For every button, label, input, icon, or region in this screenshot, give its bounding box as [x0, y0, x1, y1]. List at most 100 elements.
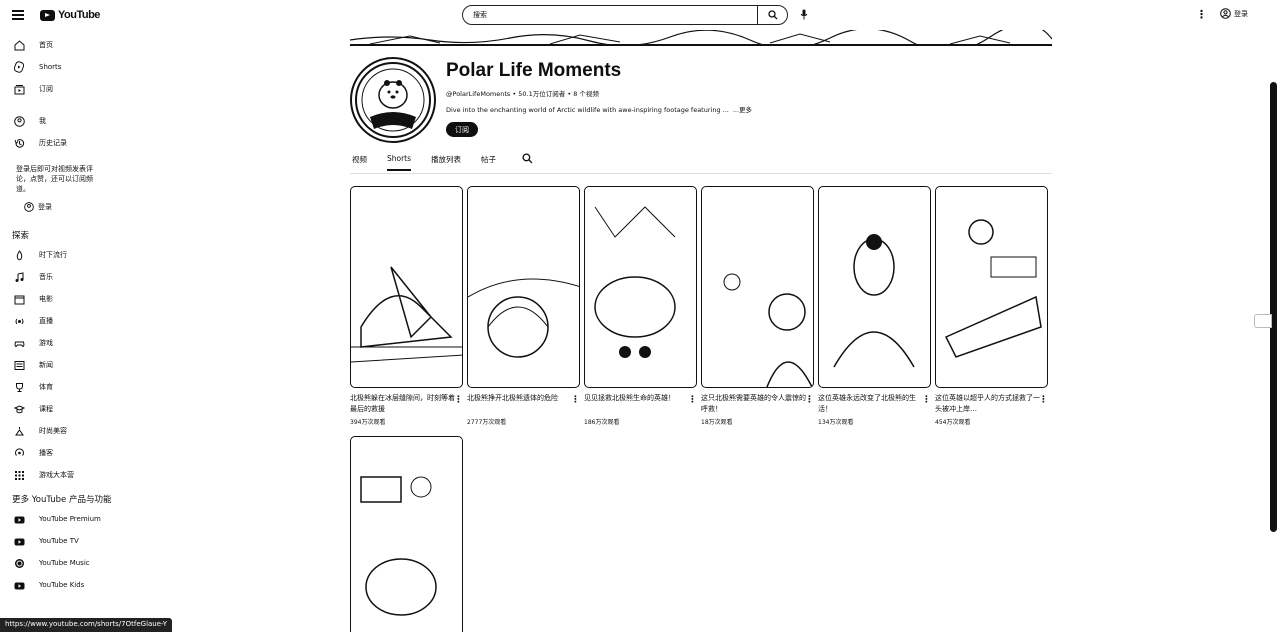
short-thumbnail[interactable] — [701, 186, 814, 388]
sidebar-item-youtube-kids[interactable]: YouTube Kids — [0, 574, 130, 596]
channel-name: Polar Life Moments — [446, 60, 622, 81]
short-thumbnail[interactable] — [350, 186, 463, 388]
youtube-logo[interactable]: YouTube — [40, 9, 100, 21]
channel-description[interactable]: Dive into the enchanting world of Arctic… — [446, 104, 752, 114]
sidebar-item-live[interactable]: 直播 — [0, 310, 130, 332]
sidebar-signin-label: 登录 — [38, 203, 52, 211]
sidebar-item-trending[interactable]: 时下流行 — [0, 244, 130, 266]
short-title[interactable]: 见见拯救北极熊生命的英雄！ — [584, 393, 697, 415]
youtube-music-icon — [12, 556, 26, 570]
youtube-kids-icon — [12, 578, 26, 592]
sidebar-signin-button[interactable]: 登录 — [24, 202, 130, 212]
sidebar-item-youtube-tv[interactable]: YouTube TV — [0, 530, 130, 552]
youtube-play-icon — [40, 9, 55, 21]
trending-icon — [12, 248, 26, 262]
channel-description-text: Dive into the enchanting world of Arctic… — [446, 106, 729, 114]
sidebar-item-label: 播客 — [39, 449, 53, 457]
sidebar-item-youtube-premium[interactable]: YouTube Premium — [0, 508, 130, 530]
sidebar-item-label: 首页 — [39, 41, 53, 49]
sidebar-item-podcast[interactable]: 播客 — [0, 442, 130, 464]
tab-posts[interactable]: 帖子 — [481, 154, 496, 171]
sidebar-item-fashion[interactable]: 时尚美容 — [0, 420, 130, 442]
signin-label: 登录 — [1234, 9, 1248, 18]
home-icon — [12, 38, 26, 52]
tab-playlists[interactable]: 播放列表 — [431, 154, 461, 171]
sidebar-item-shorts[interactable]: Shorts — [0, 56, 130, 78]
short-views: 186万次观看 — [584, 419, 620, 426]
search-input[interactable] — [463, 11, 757, 19]
short-title[interactable]: 北极熊挣开北极熊遗体的危险 — [467, 393, 580, 415]
short-thumbnail[interactable] — [467, 186, 580, 388]
short-views: 454万次观看 — [935, 419, 971, 426]
youtube-tv-icon — [12, 534, 26, 548]
sidebar-item-history[interactable]: 历史记录 — [0, 132, 130, 154]
more-actions-icon[interactable]: ⋮ — [571, 396, 580, 405]
settings-menu-icon[interactable]: ⋮ — [1196, 9, 1207, 20]
sidebar-item-label: YouTube TV — [39, 537, 79, 545]
sidebar-item-home[interactable]: 首页 — [0, 34, 130, 56]
sidebar-item-label: 直播 — [39, 317, 53, 325]
signin-button[interactable]: 登录 — [1220, 8, 1248, 19]
short-card[interactable]: 这位英雄以超乎人的方式拯救了一头被冲上岸… 454万次观看 ⋮ — [935, 186, 1048, 426]
short-views: 18万次观看 — [701, 419, 733, 426]
sidebar-item-label: 订阅 — [39, 85, 53, 93]
tab-videos[interactable]: 视频 — [352, 154, 367, 171]
short-card[interactable]: 见见拯救北极熊生命的英雄！ 186万次观看 ⋮ — [584, 186, 697, 426]
search-button[interactable] — [757, 6, 787, 24]
channel-search-icon[interactable] — [522, 153, 533, 164]
side-panel-handle[interactable] — [1254, 314, 1272, 328]
more-actions-icon[interactable]: ⋮ — [454, 396, 463, 405]
short-views: 2777万次观看 — [467, 419, 507, 426]
logo-text: YouTube — [58, 9, 100, 21]
sidebar-item-label: 电影 — [39, 295, 53, 303]
live-icon — [12, 314, 26, 328]
sidebar-item-label: 我 — [39, 117, 46, 125]
description-more-link[interactable]: ...更多 — [733, 106, 752, 114]
fashion-icon — [12, 424, 26, 438]
sidebar-item-music[interactable]: 音乐 — [0, 266, 130, 288]
short-card[interactable]: 北极熊挣开北极熊遗体的危险 2777万次观看 ⋮ — [467, 186, 580, 426]
more-actions-icon[interactable]: ⋮ — [922, 396, 931, 405]
subscriptions-icon — [12, 82, 26, 96]
account-icon — [1220, 8, 1231, 19]
sidebar-item-label: YouTube Premium — [39, 515, 101, 523]
news-icon — [12, 358, 26, 372]
more-actions-icon[interactable]: ⋮ — [805, 396, 814, 405]
sidebar-item-courses[interactable]: 课程 — [0, 398, 130, 420]
short-thumbnail[interactable] — [935, 186, 1048, 388]
more-actions-icon[interactable]: ⋮ — [688, 396, 697, 405]
sidebar-item-playables[interactable]: 游戏大本营 — [0, 464, 130, 486]
short-title[interactable]: 这位英雄以超乎人的方式拯救了一头被冲上岸… — [935, 393, 1048, 415]
short-card[interactable]: 这位英雄永远改变了北极熊的生活！ 134万次观看 ⋮ — [818, 186, 931, 426]
sidebar-item-you[interactable]: 我 — [0, 110, 130, 132]
subscribe-button[interactable]: 订阅 — [446, 122, 478, 137]
short-thumbnail[interactable] — [818, 186, 931, 388]
short-card[interactable]: 北极熊躲在冰层缝隙间，时刻等着最后的救援 394万次观看 ⋮ — [350, 186, 463, 426]
short-title[interactable]: 这只北极熊需要英雄的令人震惊的呼救！ — [701, 393, 814, 415]
microphone-icon[interactable] — [800, 9, 808, 20]
more-actions-icon[interactable]: ⋮ — [1039, 396, 1048, 405]
shorts-icon — [12, 60, 26, 74]
menu-icon[interactable] — [12, 10, 24, 20]
sidebar-item-gaming[interactable]: 游戏 — [0, 332, 130, 354]
sidebar-item-movies[interactable]: 电影 — [0, 288, 130, 310]
short-thumbnail[interactable] — [350, 436, 463, 632]
sidebar-item-label: 音乐 — [39, 273, 53, 281]
short-thumbnail[interactable] — [584, 186, 697, 388]
channel-meta: @PolarLifeMoments • 50.1万位订阅者 • 8 个视频 — [446, 90, 599, 98]
sidebar-item-news[interactable]: 新闻 — [0, 354, 130, 376]
sidebar-item-label: 新闻 — [39, 361, 53, 369]
signin-prompt: 登录后即可对视频发表评论，点赞，还可以订阅频道。 — [16, 165, 93, 193]
history-icon — [12, 136, 26, 150]
sidebar-item-label: 时下流行 — [39, 251, 67, 259]
sidebar-item-sports[interactable]: 体育 — [0, 376, 130, 398]
tab-shorts[interactable]: Shorts — [387, 154, 412, 171]
short-title[interactable]: 这位英雄永远改变了北极熊的生活！ — [818, 393, 931, 415]
sidebar-item-subscriptions[interactable]: 订阅 — [0, 78, 130, 100]
short-card[interactable] — [350, 436, 463, 632]
explore-heading: 探索 — [12, 231, 30, 241]
sidebar-item-youtube-music[interactable]: YouTube Music — [0, 552, 130, 574]
short-title[interactable]: 北极熊躲在冰层缝隙间，时刻等着最后的救援 — [350, 393, 463, 415]
short-card[interactable]: 这只北极熊需要英雄的令人震惊的呼救！ 18万次观看 ⋮ — [701, 186, 814, 426]
page-scrollbar[interactable] — [1270, 82, 1277, 532]
